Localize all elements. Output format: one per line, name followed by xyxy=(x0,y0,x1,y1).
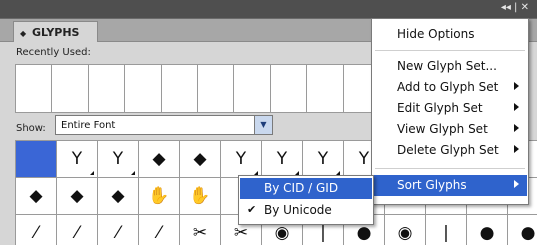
submenu-arrow-icon xyxy=(514,145,519,153)
checkmark-icon: ✔ xyxy=(247,203,257,216)
glyph-char: ◆ xyxy=(70,186,84,206)
recent-glyph-slot[interactable] xyxy=(125,65,161,112)
glyph-cell[interactable]: ✋ xyxy=(180,178,220,214)
menu-item-add-to-glyph-set[interactable]: Add to Glyph Set xyxy=(373,77,527,98)
show-select[interactable]: Entire Font ▼ xyxy=(55,115,273,135)
recent-glyph-slot[interactable] xyxy=(88,65,125,112)
glyph-char: ● xyxy=(479,223,495,243)
tab-glyphs[interactable]: ◆ GLYPHS xyxy=(13,21,98,42)
menu-item-label: Delete Glyph Set xyxy=(397,143,499,157)
glyph-char: ✂ xyxy=(233,223,249,243)
glyph-cell[interactable]: Y xyxy=(221,141,261,177)
glyph-char: ✂ xyxy=(192,223,208,243)
menu-item-label: New Glyph Set... xyxy=(397,59,497,73)
recent-glyph-slot[interactable] xyxy=(234,65,270,112)
collapse-chevron-icon[interactable]: ◆ xyxy=(20,29,26,38)
glyph-char: ✋ xyxy=(148,186,170,206)
glyph-char: ⁄ xyxy=(116,223,120,243)
menu-item-label: Add to Glyph Set xyxy=(397,80,499,94)
glyph-char: Y xyxy=(317,149,329,169)
glyph-char: Y xyxy=(235,149,247,169)
glyph-char: ✋ xyxy=(189,186,211,206)
glyph-cell[interactable]: ✂ xyxy=(180,215,220,245)
panel-options-menu: Hide Options New Glyph Set... Add to Gly… xyxy=(371,18,529,205)
menu-item-label: Sort Glyphs xyxy=(397,178,467,192)
glyph-cell[interactable]: Y xyxy=(262,141,302,177)
glyph-cell[interactable]: Y xyxy=(57,141,97,177)
alternates-triangle-icon[interactable] xyxy=(131,171,135,175)
glyph-char: ◉ xyxy=(274,223,290,243)
submenu-item-label: By CID / GID xyxy=(264,181,339,195)
glyph-char: Y xyxy=(71,149,83,169)
glyph-cell[interactable]: ⁄ xyxy=(98,215,138,245)
glyph-char: ◆ xyxy=(193,149,207,169)
glyph-cell[interactable]: ◆ xyxy=(139,141,179,177)
glyph-cell[interactable]: | xyxy=(426,215,466,245)
window-controls[interactable]: ◂◂ | ✕ xyxy=(501,2,529,13)
menu-item-hide-options[interactable]: Hide Options xyxy=(373,24,527,45)
menu-item-label: View Glyph Set xyxy=(397,122,488,136)
glyph-char: ⁄ xyxy=(75,223,79,243)
sort-glyphs-submenu: By CID / GID ✔ By Unicode xyxy=(238,175,374,225)
glyph-char: ◆ xyxy=(111,186,125,206)
glyph-cell[interactable]: ◆ xyxy=(98,178,138,214)
recent-glyph-slot[interactable] xyxy=(307,65,343,112)
show-label: Show: xyxy=(16,123,46,134)
glyph-char: Y xyxy=(276,149,288,169)
glyph-cell[interactable]: ● xyxy=(467,215,507,245)
glyph-cell[interactable]: ⁄ xyxy=(16,215,56,245)
submenu-arrow-icon xyxy=(514,124,519,132)
recently-used-label: Recently Used: xyxy=(16,47,91,58)
submenu-item-by-unicode[interactable]: ✔ By Unicode xyxy=(240,200,372,221)
menu-item-view-glyph-set[interactable]: View Glyph Set xyxy=(373,119,527,140)
submenu-arrow-icon xyxy=(514,180,519,188)
recent-glyph-slot[interactable] xyxy=(16,65,52,112)
chevron-down-icon[interactable]: ▼ xyxy=(254,116,272,134)
glyph-char: ⁄ xyxy=(34,223,38,243)
glyph-cell[interactable]: Y xyxy=(98,141,138,177)
tab-label: GLYPHS xyxy=(32,26,80,39)
glyph-cell[interactable]: ◆ xyxy=(180,141,220,177)
menu-item-new-glyph-set[interactable]: New Glyph Set... xyxy=(373,56,527,77)
recently-used-grid xyxy=(15,64,380,113)
window-titlebar: ◂◂ | ✕ xyxy=(0,0,537,18)
glyph-cell[interactable]: ◆ xyxy=(57,178,97,214)
menu-separator xyxy=(375,168,525,169)
recent-glyph-slot[interactable] xyxy=(270,65,307,112)
show-select-value: Entire Font xyxy=(61,120,116,131)
submenu-item-by-cid-gid[interactable]: By CID / GID xyxy=(240,178,372,199)
glyph-char: Y xyxy=(112,149,124,169)
menu-item-edit-glyph-set[interactable]: Edit Glyph Set xyxy=(373,98,527,119)
submenu-item-label: By Unicode xyxy=(264,203,332,217)
menu-separator xyxy=(375,50,525,51)
glyph-char: ◉ xyxy=(397,223,413,243)
glyph-char: ◆ xyxy=(152,149,166,169)
glyph-char: | xyxy=(320,223,326,243)
glyph-char: ◆ xyxy=(29,186,43,206)
glyph-cell[interactable]: ◆ xyxy=(16,178,56,214)
alternates-triangle-icon[interactable] xyxy=(90,171,94,175)
glyph-char: ● xyxy=(356,223,372,243)
glyph-cell[interactable]: ● xyxy=(508,215,537,245)
glyph-cell[interactable]: Y xyxy=(303,141,343,177)
glyph-char: ● xyxy=(520,223,536,243)
menu-item-label: Edit Glyph Set xyxy=(397,101,483,115)
menu-item-label: Hide Options xyxy=(397,27,475,41)
submenu-arrow-icon xyxy=(514,82,519,90)
glyph-char: | xyxy=(443,223,449,243)
glyph-char: ⁄ xyxy=(157,223,161,243)
menu-item-delete-glyph-set[interactable]: Delete Glyph Set xyxy=(373,140,527,161)
submenu-arrow-icon xyxy=(514,103,519,111)
glyph-cell[interactable]: ✋ xyxy=(139,178,179,214)
glyph-cell-selected[interactable] xyxy=(16,141,56,177)
recent-glyph-slot[interactable] xyxy=(52,65,88,112)
menu-item-sort-glyphs[interactable]: Sort Glyphs xyxy=(373,175,527,196)
glyph-char: Y xyxy=(358,149,370,169)
glyph-cell[interactable]: ⁄ xyxy=(139,215,179,245)
glyph-cell[interactable]: ◉ xyxy=(385,215,425,245)
recent-glyph-slot[interactable] xyxy=(161,65,198,112)
glyph-cell[interactable]: ⁄ xyxy=(57,215,97,245)
recent-glyph-slot[interactable] xyxy=(198,65,234,112)
